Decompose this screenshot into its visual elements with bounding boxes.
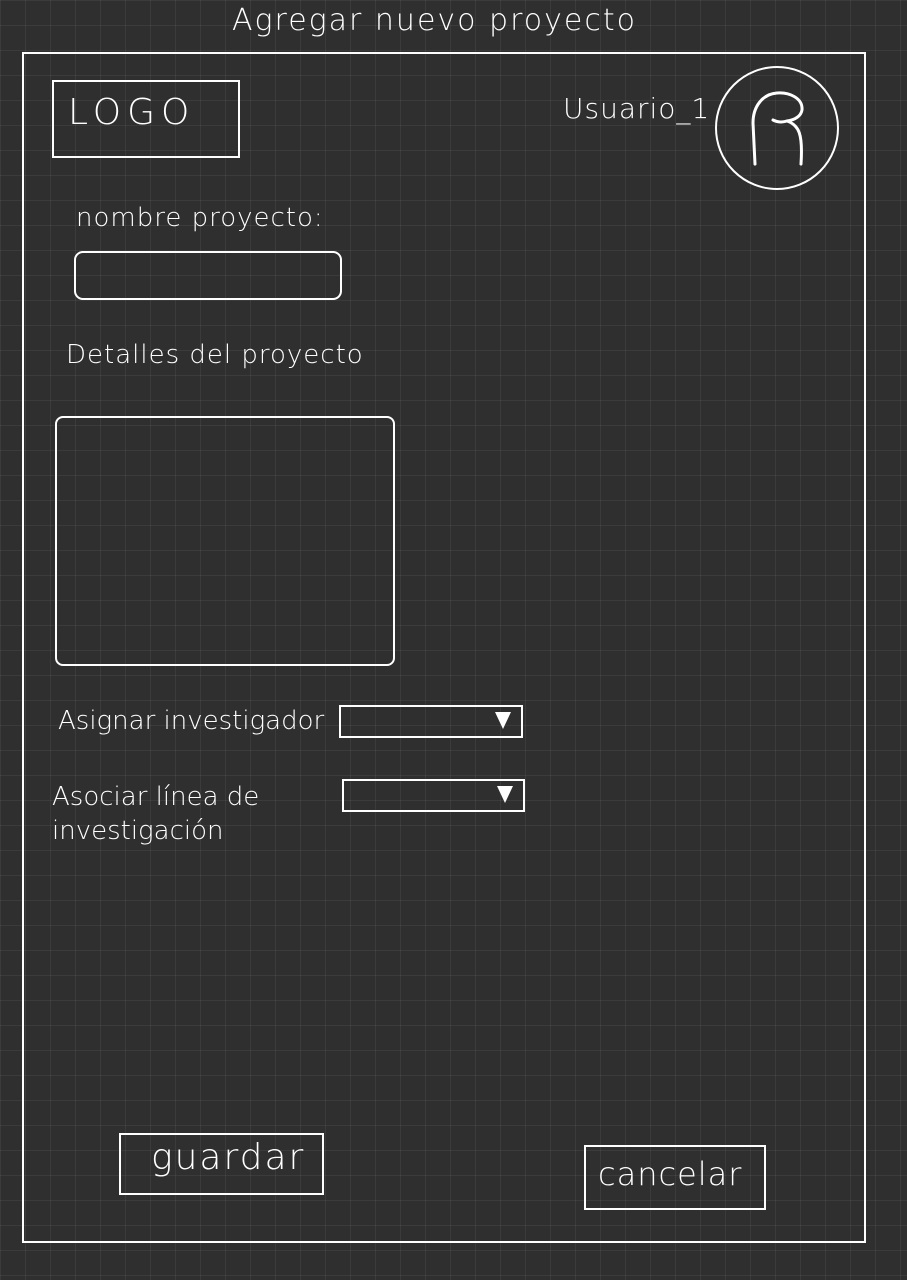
user-silhouette-icon (751, 91, 804, 166)
page-title: Agregar nuevo proyecto (232, 3, 637, 38)
project-name-input[interactable] (74, 251, 342, 300)
avatar[interactable] (715, 66, 839, 190)
project-details-textarea[interactable] (55, 416, 395, 666)
assign-researcher-label: Asignar investigador (58, 706, 325, 736)
username-label: Usuario_1 (563, 92, 711, 125)
cancel-button-label: cancelar (598, 1155, 743, 1193)
assign-researcher-select[interactable] (339, 705, 523, 738)
project-details-label: Detalles del proyecto (66, 340, 364, 370)
project-name-label: nombre proyecto: (76, 203, 324, 233)
save-button-label: guardar (151, 1137, 306, 1178)
research-line-select[interactable] (342, 779, 525, 812)
caret-down-icon (495, 712, 511, 729)
caret-down-icon (497, 786, 513, 803)
research-line-label: Asociar línea de investigación (52, 782, 260, 846)
logo-text: LOGO (68, 92, 196, 133)
